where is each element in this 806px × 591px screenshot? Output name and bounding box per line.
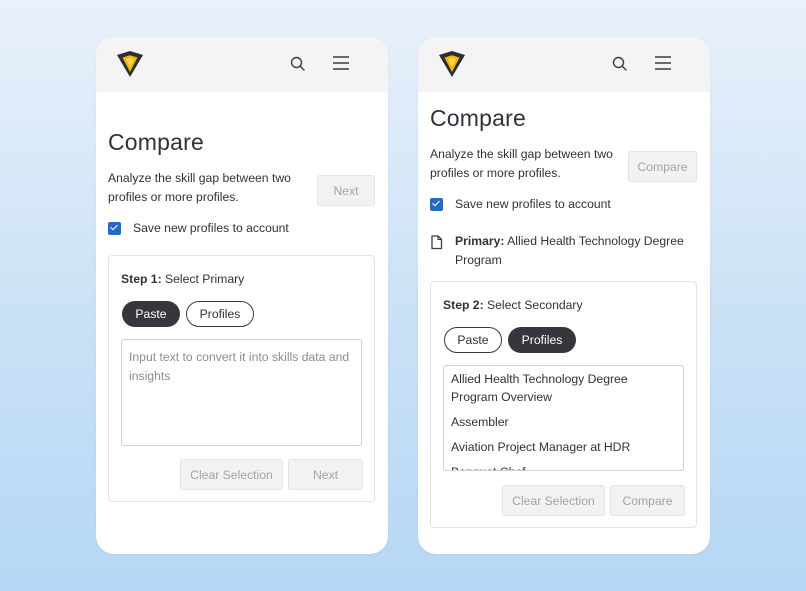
document-icon bbox=[431, 235, 443, 250]
step-title: Select Secondary bbox=[483, 298, 583, 312]
profile-list-item[interactable]: Banquet Chef bbox=[444, 456, 683, 470]
clear-selection-button[interactable]: Clear Selection bbox=[180, 459, 283, 490]
save-profiles-label: Save new profiles to account bbox=[455, 197, 611, 211]
save-profiles-checkbox[interactable] bbox=[430, 197, 443, 211]
page-title: Compare bbox=[430, 105, 526, 131]
save-profiles-checkbox-row[interactable]: Save new profiles to account bbox=[430, 197, 611, 211]
step-compare-button[interactable]: Compare bbox=[610, 485, 685, 516]
tab-paste[interactable]: Paste bbox=[444, 327, 502, 353]
profiles-listbox[interactable]: Allied Health Technology Degree Program … bbox=[443, 365, 684, 471]
step-number: Step 2: bbox=[443, 298, 484, 312]
step-number: Step 1: bbox=[121, 272, 162, 286]
step-1-card: Step 1: Select Primary Paste Profiles In… bbox=[108, 255, 375, 502]
top-bar bbox=[418, 37, 710, 92]
step-2-card: Step 2: Select Secondary Paste Profiles … bbox=[430, 281, 697, 528]
search-icon[interactable] bbox=[611, 55, 629, 73]
tab-profiles[interactable]: Profiles bbox=[508, 327, 576, 353]
tab-profiles[interactable]: Profiles bbox=[186, 301, 254, 327]
hamburger-menu-icon[interactable] bbox=[654, 55, 672, 71]
intro-text: Analyze the skill gap between two profil… bbox=[108, 171, 291, 204]
step-label: Step 1: Select Primary bbox=[121, 272, 244, 286]
paste-text-placeholder: Input text to convert it into skills dat… bbox=[129, 350, 350, 383]
search-icon[interactable] bbox=[289, 55, 307, 73]
compare-button[interactable]: Compare bbox=[628, 151, 697, 182]
tab-paste[interactable]: Paste bbox=[122, 301, 180, 327]
step-label: Step 2: Select Secondary bbox=[443, 298, 583, 312]
hamburger-menu-icon[interactable] bbox=[332, 55, 350, 71]
profile-list-item[interactable]: Assembler bbox=[444, 406, 683, 431]
logo-icon[interactable] bbox=[437, 49, 467, 79]
profile-list-item[interactable]: Aviation Project Manager at HDR bbox=[444, 431, 683, 456]
intro-text: Analyze the skill gap between two profil… bbox=[430, 147, 613, 180]
primary-profile-row: Primary: Allied Health Technology Degree… bbox=[430, 232, 690, 270]
step-title: Select Primary bbox=[161, 272, 245, 286]
top-bar bbox=[96, 37, 388, 92]
profile-list-item[interactable]: Allied Health Technology Degree Program … bbox=[444, 366, 683, 406]
paste-text-input[interactable]: Input text to convert it into skills dat… bbox=[121, 339, 362, 446]
save-profiles-label: Save new profiles to account bbox=[133, 221, 289, 235]
primary-profile-text: Primary: Allied Health Technology Degree… bbox=[455, 232, 690, 270]
logo-icon[interactable] bbox=[115, 49, 145, 79]
step-next-button[interactable]: Next bbox=[288, 459, 363, 490]
next-button[interactable]: Next bbox=[317, 175, 375, 206]
phone-screen-step-1: Compare Analyze the skill gap between tw… bbox=[96, 37, 388, 554]
phone-screen-step-2: Compare Analyze the skill gap between tw… bbox=[418, 37, 710, 554]
save-profiles-checkbox-row[interactable]: Save new profiles to account bbox=[108, 221, 289, 235]
primary-label: Primary: bbox=[455, 234, 505, 248]
save-profiles-checkbox[interactable] bbox=[108, 221, 121, 235]
clear-selection-button[interactable]: Clear Selection bbox=[502, 485, 605, 516]
page-title: Compare bbox=[108, 129, 204, 155]
